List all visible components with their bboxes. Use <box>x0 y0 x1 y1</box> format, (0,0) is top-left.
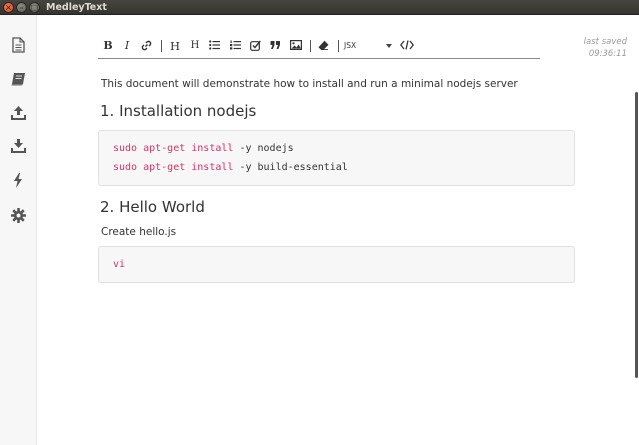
numbered-list-icon <box>230 40 241 50</box>
link-icon <box>141 40 152 51</box>
code-icon <box>400 40 414 50</box>
eraser-icon <box>318 40 329 50</box>
window-titlebar[interactable]: × – □ MedleyText <box>0 0 639 15</box>
gear-icon[interactable] <box>10 207 26 223</box>
checkbox-icon <box>250 40 261 51</box>
image-icon <box>290 40 302 50</box>
intro-paragraph: This document will demonstrate how to in… <box>101 78 518 90</box>
document-icon[interactable] <box>10 37 26 53</box>
code-line: vi <box>113 259 125 270</box>
code-keyword: sudo apt-get install <box>113 162 234 173</box>
toolbar-divider <box>310 40 311 52</box>
upload-icon[interactable] <box>10 105 26 121</box>
window-title: MedleyText <box>46 2 107 13</box>
quote-icon <box>270 41 280 49</box>
code-block-2[interactable]: vi <box>98 246 575 283</box>
section-heading-1: 1. Installation nodejs <box>100 102 257 120</box>
window-minimize-button[interactable]: – <box>16 2 27 13</box>
sidebar <box>0 15 37 445</box>
window-close-button[interactable]: × <box>3 2 14 13</box>
scrolled-title-fragment <box>100 52 400 66</box>
code-args: -y nodejs <box>233 143 294 154</box>
scrollbar-thumb[interactable] <box>635 92 638 378</box>
last-saved-time: 09:36:11 <box>588 49 627 59</box>
code-line: sudo apt-get install -y build-essential <box>113 162 348 173</box>
section-heading-2: 2. Hello World <box>100 198 205 216</box>
download-icon[interactable] <box>10 138 26 154</box>
last-saved-label: last saved <box>583 37 627 47</box>
window-maximize-button[interactable]: □ <box>29 2 40 13</box>
chevron-down-icon <box>386 44 392 48</box>
code-button[interactable] <box>400 36 414 56</box>
code-keyword: sudo apt-get install <box>113 143 234 154</box>
bullet-list-icon <box>209 40 220 50</box>
notebook-icon[interactable] <box>10 71 26 87</box>
code-block-1[interactable]: sudo apt-get install -y nodejs sudo apt-… <box>98 130 575 186</box>
code-line: sudo apt-get install -y nodejs <box>113 143 294 154</box>
code-keyword: vi <box>113 259 126 270</box>
section-paragraph: Create hello.js <box>101 226 177 238</box>
toolbar-divider <box>161 40 162 52</box>
toolbar-divider <box>338 40 339 52</box>
last-saved-status: last saved 09:36:11 <box>584 36 627 60</box>
code-args: -y build-essential <box>233 162 348 173</box>
lightning-icon[interactable] <box>10 172 26 188</box>
